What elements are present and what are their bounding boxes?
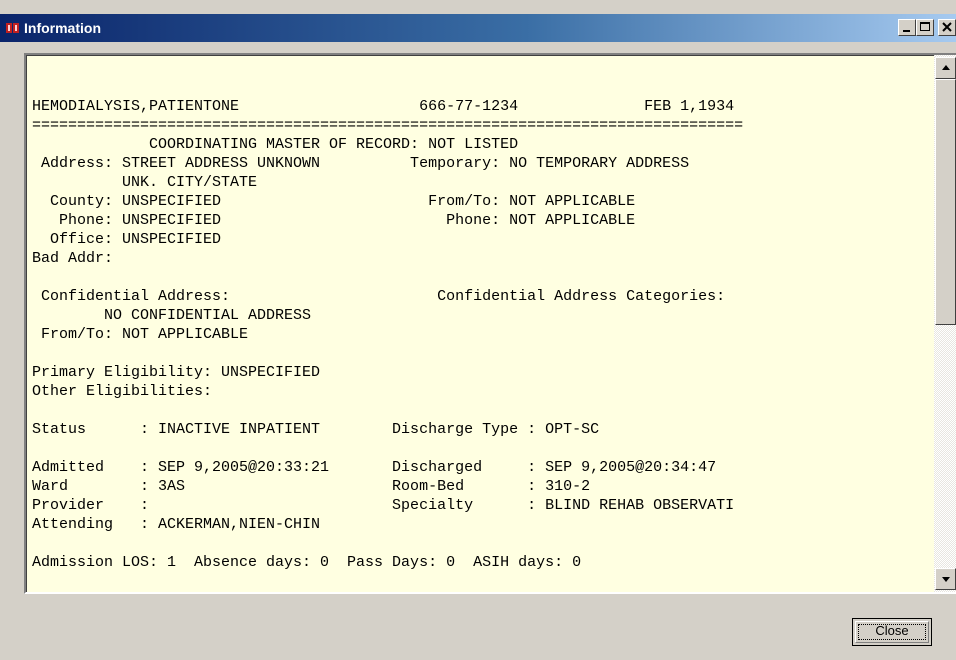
scroll-down-button[interactable] — [935, 568, 956, 590]
arrow-up-icon — [942, 65, 950, 70]
close-button[interactable]: Close — [852, 618, 932, 646]
report-line: Admission LOS: 1 Absence days: 0 Pass Da… — [32, 554, 582, 571]
report-line: Admitted : SEP 9,2005@20:33:21 Discharge… — [32, 459, 717, 476]
close-button-label: Close — [875, 623, 909, 638]
report-line: Provider : Specialty : BLIND REHAB OBSER… — [32, 497, 735, 514]
arrow-down-icon — [942, 577, 950, 582]
minimize-icon — [903, 30, 910, 32]
report-line: Phone: UNSPECIFIED Phone: NOT APPLICABLE — [32, 212, 636, 229]
report-line: Bad Addr: — [32, 250, 114, 267]
maximize-icon — [920, 22, 930, 31]
information-panel: HEMODIALYSIS,PATIENTONE 666-77-1234 FEB … — [24, 53, 956, 594]
report-line: Confidential Address: Confidential Addre… — [32, 288, 726, 305]
maximize-button[interactable] — [916, 19, 934, 36]
close-icon — [942, 22, 952, 32]
report-line: Ward : 3AS Room-Bed : 310-2 — [32, 478, 591, 495]
report-line: From/To: NOT APPLICABLE — [32, 326, 249, 343]
app-icon — [6, 23, 19, 33]
report-text-area[interactable]: HEMODIALYSIS,PATIENTONE 666-77-1234 FEB … — [26, 55, 935, 592]
title-bar[interactable]: Information — [0, 14, 956, 42]
close-window-button[interactable] — [938, 19, 956, 36]
patient-report-text: HEMODIALYSIS,PATIENTONE 666-77-1234 FEB … — [32, 59, 743, 572]
report-line: ========================================… — [32, 117, 744, 134]
report-line: NO CONFIDENTIAL ADDRESS — [32, 307, 312, 324]
report-line: Primary Eligibility: UNSPECIFIED — [32, 364, 321, 381]
report-line: COORDINATING MASTER OF RECORD: NOT LISTE… — [32, 136, 519, 153]
information-window: Information HEMODIALYSIS,PATIENTONE 666-… — [0, 0, 956, 660]
minimize-button[interactable] — [898, 19, 916, 36]
report-line: HEMODIALYSIS,PATIENTONE 666-77-1234 FEB … — [32, 98, 735, 115]
report-line: Address: STREET ADDRESS UNKNOWN Temporar… — [32, 155, 690, 172]
scroll-thumb[interactable] — [935, 79, 956, 325]
report-line: Attending : ACKERMAN,NIEN-CHIN — [32, 516, 321, 533]
report-line: UNK. CITY/STATE — [32, 174, 258, 191]
vertical-scrollbar[interactable] — [934, 55, 956, 592]
scroll-up-button[interactable] — [935, 57, 956, 79]
report-line: County: UNSPECIFIED From/To: NOT APPLICA… — [32, 193, 636, 210]
report-line: Office: UNSPECIFIED — [32, 231, 222, 248]
report-line: Other Eligibilities: — [32, 383, 213, 400]
report-line: Status : INACTIVE INPATIENT Discharge Ty… — [32, 421, 600, 438]
window-title: Information — [24, 20, 101, 36]
